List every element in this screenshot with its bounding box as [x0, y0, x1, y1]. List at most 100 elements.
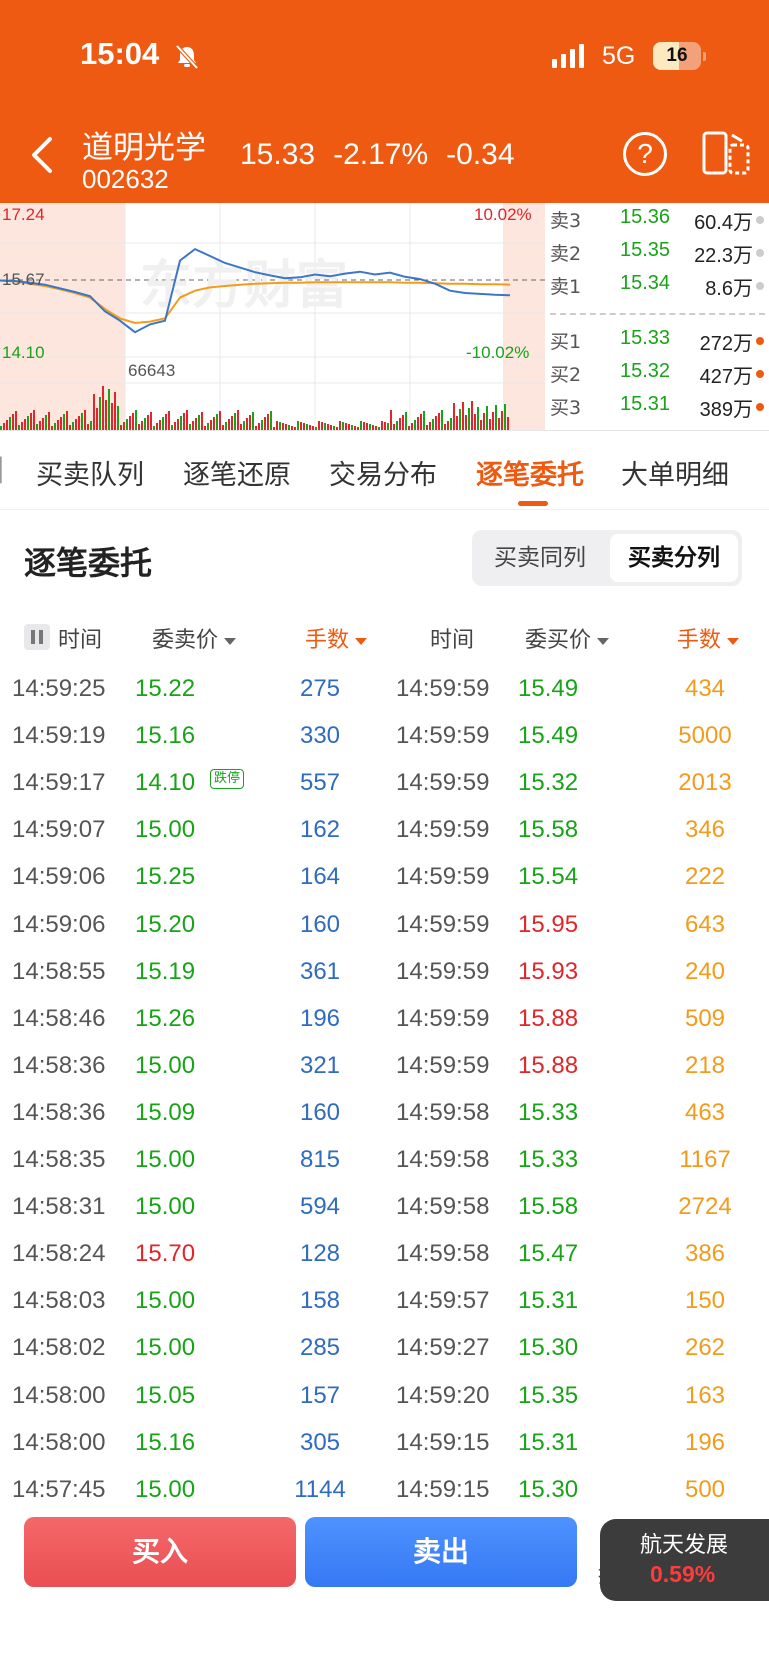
- buy-button[interactable]: 买入: [24, 1517, 296, 1587]
- volume-bar: [201, 412, 203, 430]
- order-buy-1[interactable]: 买1 15.33 272万: [548, 324, 769, 355]
- col-buy-qty[interactable]: 手数: [677, 622, 740, 654]
- table-row: 14:58:35 15.00 815 14:59:58 15.33 1167: [0, 1136, 769, 1183]
- volume-bar: [486, 406, 488, 430]
- order-dot: [756, 370, 764, 378]
- status-time: 15:04: [80, 36, 160, 71]
- stock-change-pct: -2.17%: [333, 138, 429, 171]
- volume-bar: [165, 414, 167, 430]
- volume-bar: [207, 423, 209, 430]
- volume-bar: [150, 412, 152, 430]
- floating-stock-card[interactable]: 航天发展 0.59%: [600, 1519, 769, 1601]
- sell-time: 14:58:02: [12, 1334, 106, 1362]
- volume-bar: [276, 421, 278, 430]
- volume-bar: [366, 423, 368, 430]
- buy-time: 14:59:59: [396, 957, 490, 985]
- buy-time: 14:59:58: [396, 1146, 490, 1173]
- volume-bar: [504, 404, 506, 430]
- sell-qty: 158: [299, 1287, 341, 1315]
- volume-bar: [111, 403, 113, 430]
- stock-code: 002632: [82, 164, 169, 194]
- order-sell-2[interactable]: 卖2 15.35 22.3万: [548, 236, 769, 267]
- sort-caret-icon: [727, 637, 740, 645]
- order-price: 15.32: [620, 360, 671, 382]
- volume-bar: [483, 413, 485, 430]
- table-row: 14:59:06 15.20 160 14:59:59 15.95 643: [0, 901, 769, 948]
- sell-time: 14:59:07: [12, 816, 106, 844]
- sell-qty: 275: [299, 675, 341, 702]
- col-sell-price[interactable]: 委卖价: [152, 622, 237, 654]
- sell-button[interactable]: 卖出: [305, 1517, 577, 1587]
- sell-qty: 157: [299, 1381, 341, 1409]
- order-label: 买1: [550, 331, 582, 353]
- bottom-action-bar: 买入 卖出 撤 持 航天发展 0.59%: [0, 1503, 769, 1665]
- bell-muted-icon: [175, 44, 199, 70]
- buy-price: 15.35: [518, 1381, 579, 1409]
- pause-icon[interactable]: [24, 624, 50, 650]
- sell-qty: 815: [299, 1146, 341, 1173]
- volume-bar: [435, 416, 437, 430]
- buy-price: 15.58: [518, 1193, 579, 1221]
- switch-view-icon[interactable]: [702, 131, 750, 175]
- order-label: 买3: [550, 397, 582, 419]
- buy-price: 15.93: [518, 957, 579, 985]
- buy-time: 14:59:15: [396, 1428, 490, 1456]
- volume-bar: [78, 416, 80, 430]
- order-dot: [756, 216, 764, 224]
- tab-big-orders[interactable]: 大单明细: [621, 453, 729, 492]
- stock-quote: 15.33 -2.17% -0.34: [240, 138, 515, 172]
- volume-bar: [33, 410, 35, 430]
- buy-price: 15.88: [518, 1051, 579, 1079]
- order-sell-3[interactable]: 卖3 15.36 60.4万: [548, 203, 769, 234]
- volume-bar: [465, 415, 467, 430]
- tab-orders[interactable]: 逐笔委托: [476, 453, 584, 492]
- volume-bar: [246, 418, 248, 430]
- order-buy-3[interactable]: 买3 15.31 389万: [548, 390, 769, 421]
- volume-bar: [360, 421, 362, 430]
- volume-bar: [450, 418, 452, 430]
- sell-price: 15.00: [135, 1287, 196, 1315]
- volume-bar: [75, 419, 77, 430]
- volume-bar: [489, 419, 491, 430]
- buy-time: 14:59:59: [396, 769, 490, 797]
- col-sell-qty[interactable]: 手数: [305, 622, 368, 654]
- volume-bar: [27, 416, 29, 430]
- back-arrow-icon[interactable]: [28, 135, 58, 175]
- sell-price: 15.70: [135, 1240, 196, 1268]
- tab-distribution[interactable]: 交易分布: [329, 453, 437, 492]
- volume-bar: [180, 416, 182, 430]
- intraday-chart[interactable]: 东方财富 17.24 15.67 14.10 10.02% -10.02% 66…: [0, 203, 545, 430]
- sell-time: 14:59:19: [12, 722, 106, 750]
- tab-active-indicator: [518, 501, 548, 506]
- buy-time: 14:59:59: [396, 910, 490, 938]
- sell-time: 14:59:06: [12, 910, 106, 938]
- order-sell-1[interactable]: 卖1 15.34 8.6万: [548, 269, 769, 300]
- buy-time: 14:59:59: [396, 816, 490, 844]
- order-buy-2[interactable]: 买2 15.32 427万: [548, 357, 769, 388]
- volume-bar: [21, 422, 23, 430]
- table-row: 14:59:07 15.00 162 14:59:59 15.58 346: [0, 806, 769, 853]
- volume-bar: [252, 412, 254, 430]
- volume-bar: [24, 419, 26, 430]
- split-column-button[interactable]: 买卖分列: [610, 534, 738, 582]
- tab-edge: |: [0, 453, 6, 484]
- sell-time: 14:58:00: [12, 1428, 106, 1456]
- buy-time: 14:59:59: [396, 1051, 490, 1079]
- volume-bar: [495, 405, 497, 430]
- buy-price: 15.31: [518, 1287, 579, 1315]
- help-icon[interactable]: ?: [623, 132, 667, 176]
- tab-queue[interactable]: 买卖队列: [36, 453, 144, 492]
- floating-stock-name: 航天发展: [640, 1533, 729, 1558]
- sell-time: 14:59:06: [12, 863, 106, 891]
- volume-bar: [345, 423, 347, 430]
- tab-restore[interactable]: 逐笔还原: [183, 453, 291, 492]
- volume-bar: [243, 421, 245, 430]
- sell-time: 14:58:55: [12, 957, 106, 985]
- same-column-button[interactable]: 买卖同列: [476, 534, 604, 582]
- volume-bar: [264, 417, 266, 430]
- col-buy-price[interactable]: 委买价: [525, 622, 610, 654]
- volume-bar: [402, 415, 404, 430]
- sell-time: 14:58:36: [12, 1051, 106, 1079]
- chart-low-label: 14.10: [2, 343, 45, 362]
- auction-shade-right: [503, 203, 545, 430]
